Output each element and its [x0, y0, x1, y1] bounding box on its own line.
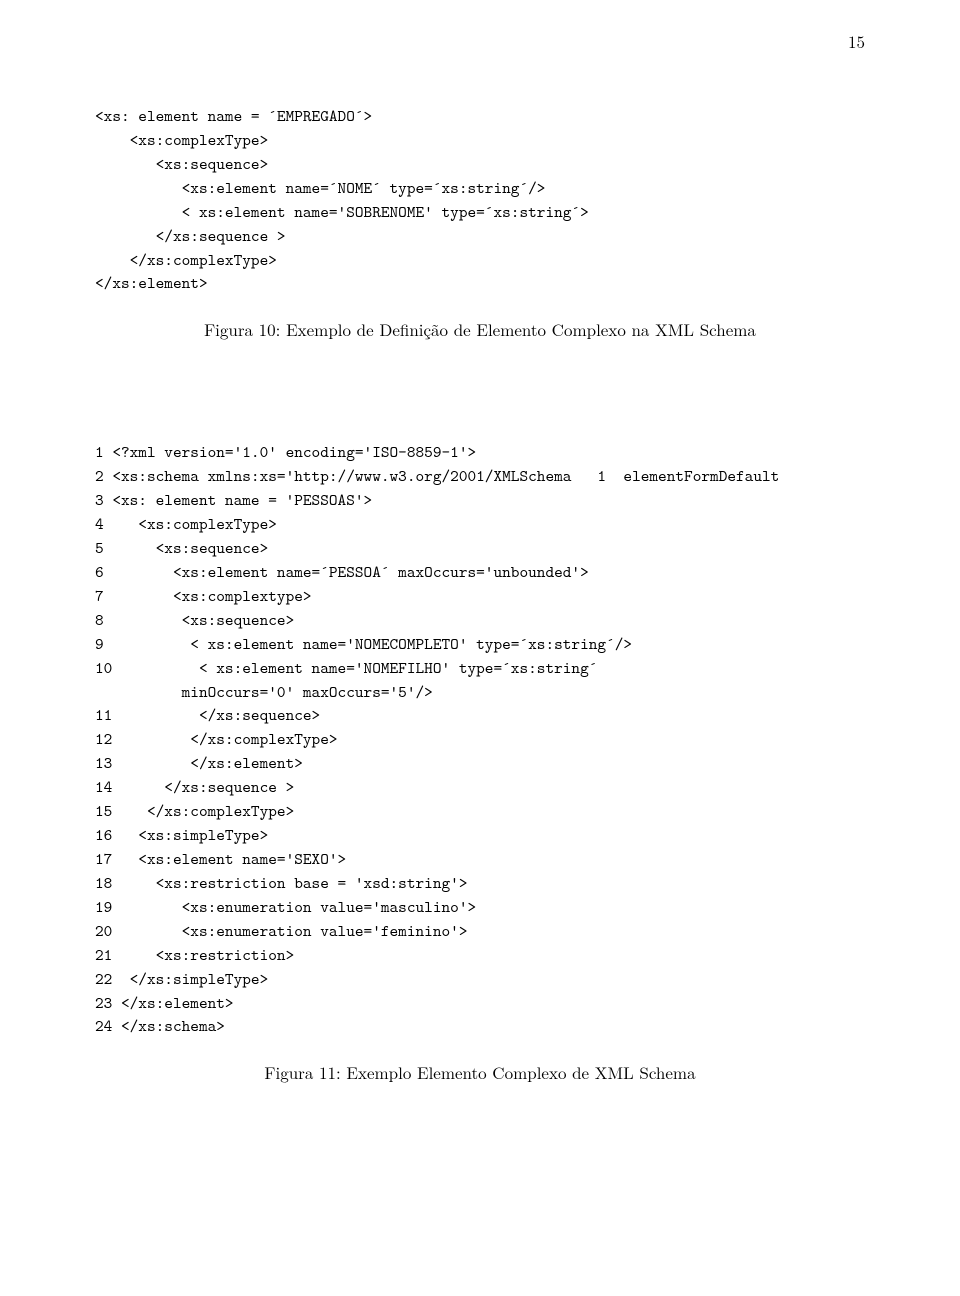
figure-11-caption: Figura 11: Exemplo Elemento Complexo de …: [95, 1061, 865, 1084]
figure-10-caption: Figura 10: Exemplo de Definição de Eleme…: [95, 318, 865, 341]
page: 15 <xs: element name = ´EMPREGADO´> <xs:…: [0, 0, 960, 1296]
code-block-2: 1 <?xml version='1.0' encoding='ISO-8859…: [95, 441, 865, 1039]
code-block-1: <xs: element name = ´EMPREGADO´> <xs:com…: [95, 105, 865, 296]
page-number: 15: [848, 30, 865, 53]
